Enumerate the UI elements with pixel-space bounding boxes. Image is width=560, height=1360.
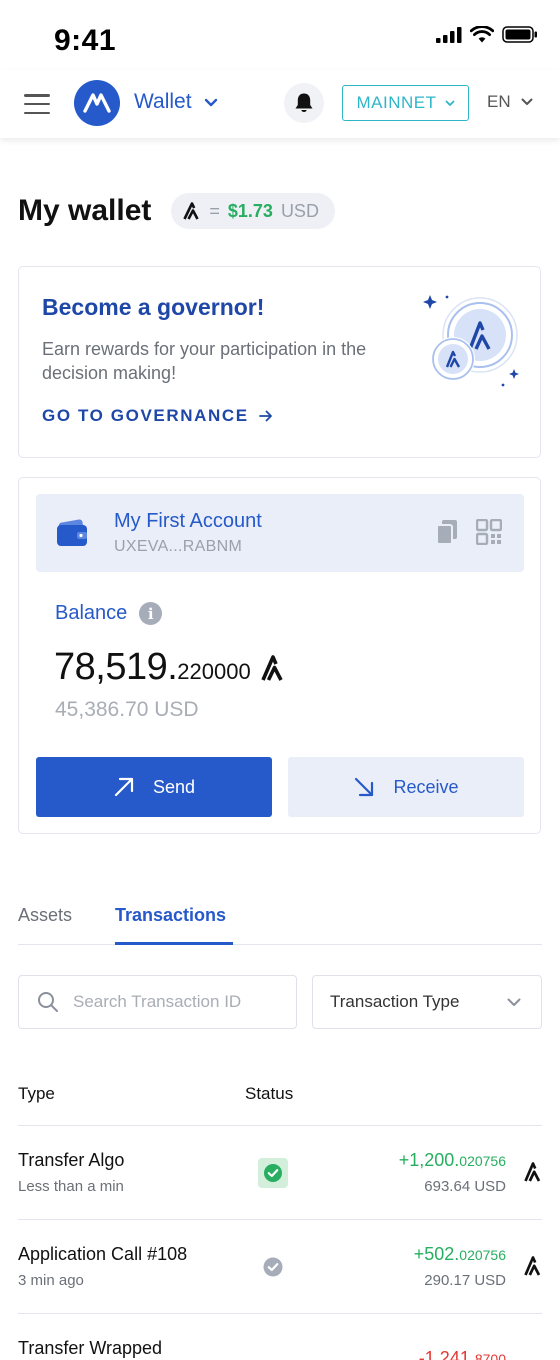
tab-transactions[interactable]: Transactions: [115, 905, 233, 945]
algo-icon: [524, 1162, 541, 1182]
notifications-button[interactable]: [284, 83, 324, 123]
transaction-amount: +1,200. 020756: [399, 1150, 506, 1171]
send-label: Send: [152, 776, 196, 797]
governance-description: Earn rewards for your participation in t…: [42, 339, 367, 383]
language-label: EN: [487, 92, 511, 111]
balance-label-row: Balance i: [55, 602, 163, 625]
column-header-type: Type: [18, 1084, 55, 1103]
arrow-up-right-icon: [114, 777, 134, 797]
balance-decimals: 220000: [177, 659, 251, 684]
transaction-usd: 693.64 USD: [424, 1178, 506, 1195]
wifi-icon: [470, 26, 494, 43]
send-button[interactable]: Send: [36, 757, 272, 817]
account-name: My First Account: [114, 510, 262, 532]
battery-icon: [502, 26, 537, 43]
info-icon[interactable]: i: [139, 602, 163, 625]
table-row[interactable]: Application Call #108 3 min ago +502. 02…: [18, 1220, 542, 1314]
chevron-down-icon: [521, 98, 533, 105]
governance-title: Become a governor!: [42, 294, 265, 320]
status-bar: 9:41: [0, 0, 560, 70]
amount-integer: -1,241.: [418, 1348, 475, 1360]
transaction-amount: -1,241. 8700: [419, 1348, 506, 1360]
transaction-time: 3 min ago: [18, 1272, 84, 1289]
governance-illustration-icon: [423, 295, 519, 387]
app-switcher[interactable]: Wallet: [134, 90, 218, 114]
bell-icon: [295, 93, 313, 113]
transaction-type: Transfer Wrapped: [18, 1338, 163, 1358]
governance-card: Become a governor! Earn rewards for your…: [18, 266, 541, 458]
algo-icon: [261, 654, 283, 681]
table-row[interactable]: Transfer Wrapped -1,241. 8700: [18, 1314, 542, 1360]
copy-icon[interactable]: [436, 519, 458, 545]
transaction-type: Application Call #108: [18, 1244, 188, 1264]
go-to-governance-link[interactable]: GO TO GOVERNANCE: [42, 406, 273, 426]
algo-icon: [183, 202, 200, 220]
top-nav: Wallet MAINNET EN: [0, 70, 560, 138]
transaction-amount: +502. 020756: [414, 1244, 506, 1265]
price-value: $1.73: [227, 200, 273, 221]
page-title: My wallet: [18, 194, 152, 227]
amount-integer: +1,200.: [398, 1150, 460, 1170]
page-header: My wallet = $1.73 USD: [18, 193, 335, 229]
amount-decimals: 8700: [474, 1351, 506, 1360]
balance-amount: 78,519. 220000: [54, 646, 285, 689]
tab-assets[interactable]: Assets: [18, 905, 72, 926]
content-tabs: Assets Transactions: [18, 895, 542, 945]
amount-decimals: 020756: [459, 1247, 506, 1263]
price-unit: USD: [280, 200, 319, 221]
account-card: My First Account UXEVA...RABNM Balance i…: [18, 477, 541, 834]
algo-icon: [524, 1256, 541, 1276]
menu-icon[interactable]: [24, 94, 50, 114]
search-input[interactable]: [73, 992, 273, 1012]
status-icons: [436, 26, 538, 43]
status-done-icon: [263, 1257, 283, 1277]
app-logo[interactable]: [74, 80, 120, 126]
balance-usd: 45,386.70 USD: [55, 698, 199, 721]
receive-label: Receive: [393, 776, 459, 797]
transaction-type-label: Transaction Type: [330, 992, 460, 1011]
status-confirmed-icon: [258, 1158, 288, 1188]
logo-mark-icon: [83, 93, 111, 113]
governance-link-label: GO TO GOVERNANCE: [42, 406, 249, 425]
language-selector[interactable]: EN: [487, 92, 533, 112]
chevron-down-icon: [507, 998, 521, 1006]
transaction-time: Less than a min: [18, 1178, 124, 1195]
network-selector[interactable]: MAINNET: [342, 85, 469, 121]
qr-code-icon[interactable]: [476, 519, 502, 545]
algo-price-badge: = $1.73 USD: [171, 193, 335, 229]
arrow-down-right-icon: [355, 777, 374, 797]
wallet-icon: [57, 519, 87, 546]
status-time: 9:41: [54, 24, 117, 57]
network-label: MAINNET: [356, 93, 437, 112]
transaction-type-select[interactable]: Transaction Type: [312, 975, 542, 1029]
chevron-down-icon: [445, 100, 454, 106]
balance-integer: 78,519.: [54, 646, 178, 688]
signal-icon: [436, 26, 462, 43]
transaction-type: Transfer Algo: [18, 1150, 125, 1170]
table-row[interactable]: Transfer Algo Less than a min +1,200. 02…: [18, 1126, 542, 1220]
chevron-down-icon: [204, 98, 217, 106]
amount-integer: +502.: [413, 1244, 460, 1264]
arrow-right-icon: [258, 410, 272, 422]
amount-decimals: 020756: [459, 1153, 506, 1169]
transaction-usd: 290.17 USD: [424, 1272, 506, 1289]
account-address: UXEVA...RABNM: [114, 538, 243, 555]
search-icon: [38, 992, 58, 1012]
app-name: Wallet: [134, 90, 192, 113]
search-field: [18, 975, 297, 1029]
account-summary[interactable]: My First Account UXEVA...RABNM: [36, 494, 524, 572]
receive-button[interactable]: Receive: [288, 757, 524, 817]
price-equals: =: [209, 200, 220, 221]
column-header-status: Status: [245, 1084, 294, 1103]
balance-label: Balance: [55, 602, 128, 624]
